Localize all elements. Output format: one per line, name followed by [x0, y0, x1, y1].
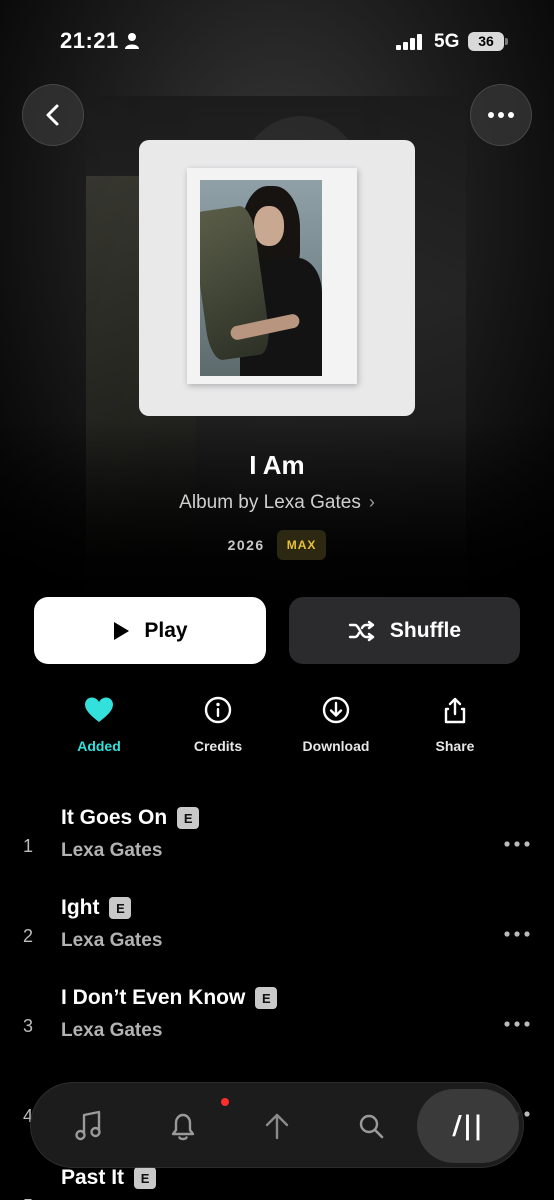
cover-photo [200, 180, 322, 376]
download-label: Download [302, 738, 370, 754]
library-icon: /|| [452, 1111, 484, 1141]
signal-icon [396, 34, 422, 50]
battery-tip [505, 38, 508, 45]
track-title-row: Past It E [61, 1166, 157, 1190]
album-title: I Am [249, 450, 305, 480]
album-subtitle: Album by Lexa Gates [179, 492, 361, 513]
nav-search[interactable] [331, 1083, 411, 1169]
person-icon [125, 33, 139, 49]
album-cover[interactable] [139, 140, 415, 416]
share-action[interactable]: Share [400, 696, 510, 754]
track-title-row: Ight E [61, 896, 132, 920]
network-label: 5G [434, 31, 460, 52]
track-title: It Goes On [61, 806, 168, 829]
track-row[interactable]: 3 I Don’t Even Know E Lexa Gates [0, 986, 554, 1066]
track-title: I Don’t Even Know [61, 986, 246, 1009]
status-time: 21:21 [60, 28, 119, 53]
more-options-button[interactable] [470, 84, 532, 146]
track-artist: Lexa Gates [61, 930, 163, 951]
chevron-left-icon [46, 104, 59, 126]
credits-action[interactable]: Credits [163, 696, 273, 754]
status-bar: 21:21 5G 36 [0, 0, 554, 84]
share-icon [444, 697, 466, 724]
track-title-row: I Don’t Even Know E [61, 986, 278, 1010]
track-more-icon[interactable] [502, 924, 532, 944]
download-icon [322, 696, 350, 724]
upload-arrow-icon [265, 1113, 289, 1140]
play-button[interactable]: Play [34, 597, 266, 664]
album-artist-link[interactable]: Album by Lexa Gates › [0, 492, 554, 514]
track-more-icon[interactable] [502, 834, 532, 854]
bottom-nav: /|| [30, 1082, 524, 1168]
shuffle-label: Shuffle [389, 618, 462, 642]
play-icon [114, 621, 130, 640]
battery-icon: 36 [468, 31, 508, 53]
play-label: Play [144, 618, 188, 642]
nav-notifications[interactable] [143, 1083, 223, 1169]
album-meta: 2026 MAX [0, 530, 554, 560]
track-more-icon[interactable] [502, 1194, 532, 1200]
bell-icon [171, 1113, 195, 1141]
track-number: 1 [23, 836, 34, 856]
track-number: 2 [23, 926, 34, 946]
added-label: Added [77, 738, 121, 754]
track-title: Past It [61, 1166, 125, 1189]
track-title-row: It Goes On E [61, 806, 200, 830]
nav-music[interactable] [49, 1083, 129, 1169]
nav-library[interactable]: /|| [417, 1089, 519, 1163]
info-icon [204, 696, 232, 724]
track-row[interactable]: 5 Past It E [0, 1166, 554, 1200]
album-actions: Added Credits Download Share [0, 696, 554, 762]
track-number: 3 [23, 1016, 34, 1036]
track-row[interactable]: 2 Ight E Lexa Gates [0, 896, 554, 976]
track-more-icon[interactable] [502, 1014, 532, 1034]
ellipsis-icon [488, 112, 514, 118]
track-artist: Lexa Gates [61, 840, 163, 861]
credits-label: Credits [193, 738, 243, 754]
nav-upload[interactable] [237, 1083, 317, 1169]
search-icon [359, 1114, 384, 1139]
album-year: 2026 [227, 537, 265, 553]
polaroid-frame [187, 168, 357, 384]
battery-level: 36 [468, 32, 504, 51]
track-number: 5 [23, 1196, 33, 1200]
track-row[interactable]: 1 It Goes On E Lexa Gates [0, 806, 554, 886]
track-artist: Lexa Gates [61, 1020, 163, 1041]
back-button[interactable] [22, 84, 84, 146]
chevron-right-icon: › [368, 492, 375, 512]
shuffle-icon [348, 620, 375, 641]
music-note-icon [75, 1110, 101, 1141]
share-label: Share [435, 738, 475, 754]
explicit-badge: E [177, 807, 200, 829]
download-action[interactable]: Download [281, 696, 391, 754]
shuffle-button[interactable]: Shuffle [289, 597, 520, 664]
notification-dot [221, 1098, 229, 1106]
explicit-badge: E [255, 987, 278, 1009]
quality-badge: MAX [276, 530, 327, 560]
heart-filled-icon [85, 697, 113, 722]
explicit-badge: E [134, 1167, 157, 1189]
explicit-badge: E [109, 897, 132, 919]
added-action[interactable]: Added [44, 696, 154, 754]
cover-photo-face [254, 206, 284, 246]
track-title: Ight [61, 896, 100, 919]
